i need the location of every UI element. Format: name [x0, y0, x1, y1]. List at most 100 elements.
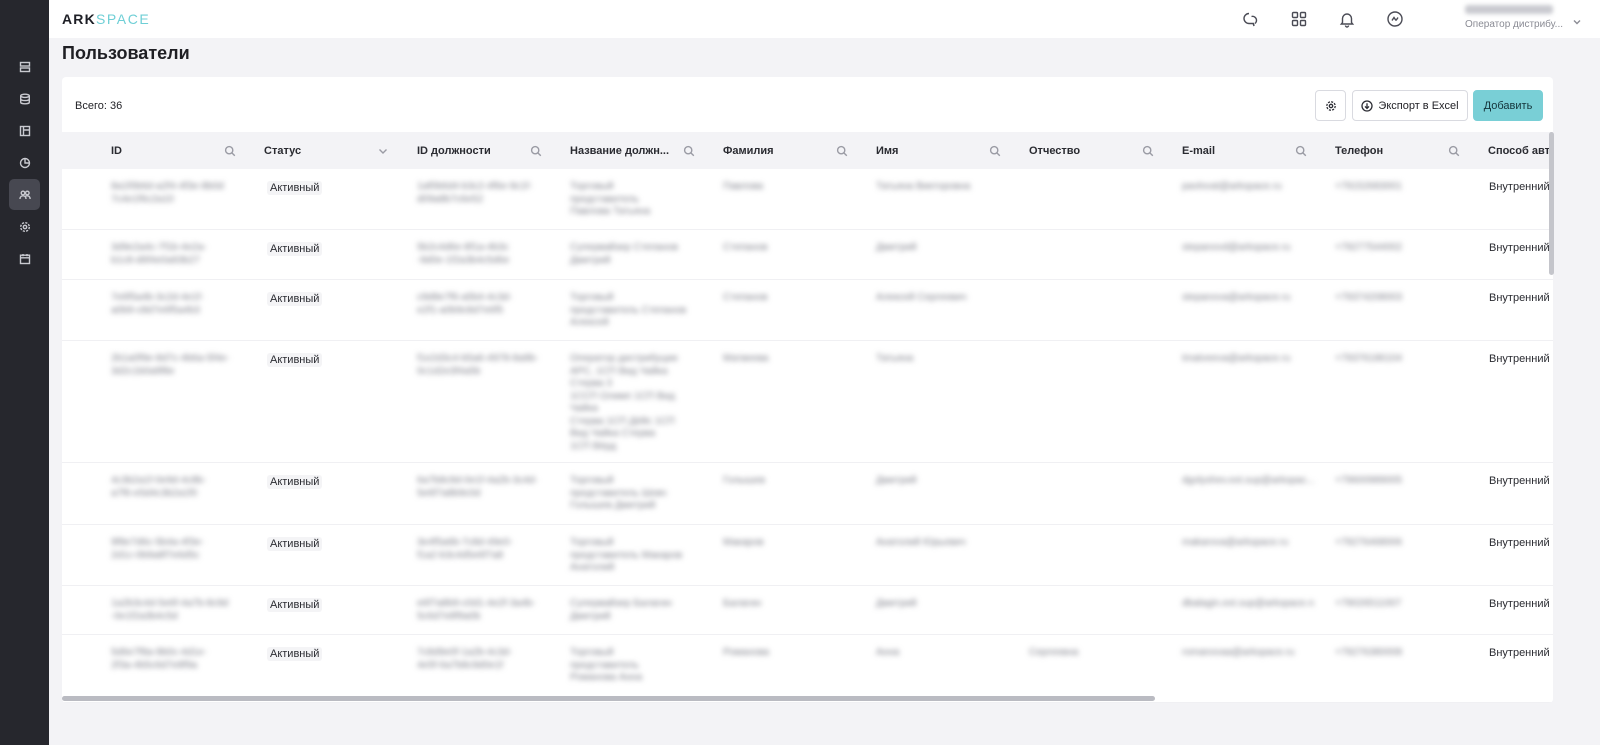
chevron-down-icon: [1573, 20, 1581, 25]
table-row[interactable]: 9f8e7d6c-5b4a-4f3e- 2d1c-0b9a8f7e6d5c Акт…: [62, 525, 1553, 586]
table-row[interactable]: 7e6f5a4b-3c2d-4e1f- a0b9-c8d7e6f5a4b3 Акт…: [62, 280, 1553, 341]
column-search-id[interactable]: [224, 144, 236, 157]
status-badge: Активный: [267, 242, 323, 256]
table-header: ID Статус ID должности Название должн...…: [62, 132, 1553, 169]
cell-auth-method: Внутренний: [1489, 647, 1550, 659]
app-logo[interactable]: ARKSPACE: [62, 11, 150, 27]
cell-last: Макаров: [723, 537, 764, 548]
layout-icon: [19, 125, 30, 136]
cell-pos-name: Оператор дистрибуции АРС, 1СП Вид Чайка …: [570, 353, 678, 452]
export-label: Экспорт в Excel: [1378, 99, 1459, 112]
cell-phone: +79600989005: [1335, 475, 1403, 486]
users-card: Всего: 36 Экспорт в Excel Добавить ID Ст…: [62, 77, 1553, 703]
table-row[interactable]: 2b1a0f9e-8d7c-4b6a-5f4e- 3d2c1b0a9f8e Акт…: [62, 341, 1553, 463]
cell-phone: +79276468006: [1335, 537, 1403, 548]
database-icon: [19, 92, 30, 105]
column-header-first-name[interactable]: Имя: [876, 132, 898, 169]
sidebar-item-reports[interactable]: [9, 147, 40, 178]
cell-pos-name: Торговый представитель Шевч Голышев Дмит…: [570, 475, 667, 511]
cell-email: stepanova@arkspace.ru: [1182, 292, 1291, 303]
cell-pos-name: Торговый представитель Романова Анна: [570, 647, 643, 683]
status-badge: Активный: [267, 598, 323, 612]
page-title: Пользователи: [62, 43, 190, 63]
table-row[interactable]: 4c3b2a1f-0e9d-4c8b- a7f6-e5d4c3b2a1f0 Акт…: [62, 463, 1553, 525]
column-header-last-name[interactable]: Фамилия: [723, 132, 774, 169]
cell-email: romanovaa@arkspace.ru: [1182, 647, 1295, 658]
cell-pos-id: 7c8d9e0f-1a2b-4c3d- 4e5f-6a7b8c9d0e1f: [417, 647, 513, 671]
sidebar-item-users[interactable]: [9, 179, 40, 210]
cell-auth-method: Внутренний: [1489, 181, 1550, 193]
column-search-phone[interactable]: [1448, 144, 1460, 157]
cell-auth-method: Внутренний: [1489, 475, 1550, 487]
cell-phone: +79152683001: [1335, 181, 1403, 192]
table-row[interactable]: 1a2b3c4d-5e6f-4a7b-8c9d -0e1f2a3b4c5d Акт…: [62, 586, 1553, 635]
column-search-email[interactable]: [1295, 144, 1307, 157]
cell-last: Балагин: [723, 598, 762, 609]
column-header-position-id[interactable]: ID должности: [417, 132, 491, 169]
cell-auth-method: Внутренний: [1489, 598, 1550, 610]
cell-pos-name: Торговый представитель Павлова Татьяна: [570, 181, 651, 217]
cell-pos-id: f1e2d3c4-b5a6-4978-8a9b- 0c1d2e3f4a5b: [417, 353, 539, 377]
sidebar-item-settings[interactable]: [9, 211, 40, 242]
column-header-position-name[interactable]: Название должн...: [570, 132, 669, 169]
switch-role-button[interactable]: [1386, 10, 1404, 28]
notifications-button[interactable]: [1338, 10, 1356, 28]
cell-email: stepanovd@arkspace.ru: [1182, 242, 1291, 253]
search-icon: [1295, 145, 1307, 157]
user-menu[interactable]: Оператор дистрибу...: [1465, 5, 1585, 30]
table-row[interactable]: 5d6e7f8a-9b0c-4d1e- 2f3a-4b5c6d7e8f9a Акт…: [62, 635, 1553, 703]
cell-last: Степанов: [723, 242, 768, 253]
cell-auth-method: Внутренний: [1489, 242, 1550, 254]
column-header-phone[interactable]: Телефон: [1335, 132, 1383, 169]
search-icon: [224, 145, 236, 157]
column-search-first-name[interactable]: [989, 144, 1001, 157]
status-badge: Активный: [267, 647, 323, 661]
column-search-middle-name[interactable]: [1142, 144, 1154, 157]
cell-auth-method: Внутренний: [1489, 292, 1550, 304]
export-excel-button[interactable]: Экспорт в Excel: [1352, 90, 1468, 121]
cell-first: Дмитрий: [876, 242, 917, 253]
download-icon: [1361, 99, 1374, 112]
column-search-position-id[interactable]: [530, 144, 542, 157]
cell-pos-id: c9d8e7f6-a5b4-4c3d- e2f1-a0b9c8d7e6f5: [417, 292, 513, 316]
add-user-button[interactable]: Добавить: [1473, 90, 1543, 121]
cell-phone: +79376186104: [1335, 353, 1403, 364]
cell-last: Романова: [723, 647, 770, 658]
chevron-down-icon: [379, 149, 387, 154]
cell-id: 7e6f5a4b-3c2d-4e1f- a0b9-c8d7e6f5a4b3: [111, 292, 204, 316]
cell-id: 5d6e7f8a-9b0c-4d1e- 2f3a-4b5c6d7e8f9a: [111, 647, 207, 671]
cell-pos-id: 3e4f5a6b-7c8d-49e0- f1a2-b3c4d5e6f7a8: [417, 537, 513, 561]
sidebar-item-layout[interactable]: [9, 115, 40, 146]
column-search-position-name[interactable]: [683, 144, 695, 157]
column-header-id[interactable]: ID: [111, 132, 122, 169]
horizontal-scrollbar[interactable]: [62, 696, 1155, 701]
sidebar-item-calendar[interactable]: [9, 243, 40, 274]
sidebar: [0, 0, 49, 745]
table-row[interactable]: 8a1f0b6d-a2f4-4f3e-8b0d 7c4e1f6c2a10 Акти…: [62, 169, 1553, 230]
apps-button[interactable]: [1290, 10, 1308, 28]
column-header-auth-method[interactable]: Способ авто: [1488, 132, 1553, 169]
search-icon: [836, 145, 848, 157]
chat-button[interactable]: [1241, 10, 1259, 28]
column-header-middle-name[interactable]: Отчество: [1029, 132, 1080, 169]
table-row[interactable]: 3d9e2a4c-7f1b-4e2a- b1c8-d6f4e0a93b27 Акт…: [62, 230, 1553, 280]
column-search-last-name[interactable]: [836, 144, 848, 157]
sidebar-item-database[interactable]: [9, 83, 40, 114]
sidebar-item-servers[interactable]: [9, 51, 40, 82]
cell-email: pavlovat@arkspace.ru: [1182, 181, 1282, 192]
search-icon: [1142, 145, 1154, 157]
column-header-status[interactable]: Статус: [264, 132, 301, 169]
column-header-email[interactable]: E-mail: [1182, 132, 1215, 169]
search-icon: [683, 145, 695, 157]
vertical-scrollbar[interactable]: [1549, 132, 1554, 275]
cell-phone: +79277544002: [1335, 242, 1403, 253]
user-menu-toggle[interactable]: [1572, 14, 1582, 25]
cell-id: 4c3b2a1f-0e9d-4c8b- a7f6-e5d4c3b2a1f0: [111, 475, 207, 499]
pie-chart-icon: [19, 157, 30, 168]
cell-id: 2b1a0f9e-8d7c-4b6a-5f4e- 3d2c1b0a9f8e: [111, 353, 230, 377]
table-settings-button[interactable]: [1315, 90, 1346, 121]
cell-auth-method: Внутренний: [1489, 353, 1550, 365]
cell-first: Анатолий Юрьевич: [876, 537, 966, 548]
column-filter-status[interactable]: [377, 144, 389, 156]
status-badge: Активный: [267, 292, 323, 306]
